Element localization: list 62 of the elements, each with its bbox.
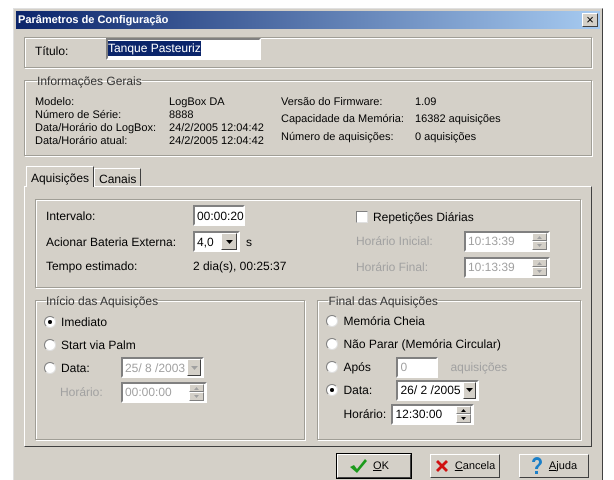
window-title: Parâmetros de Configuração (18, 12, 168, 28)
field-label: Acionar Bateria Externa: (46, 234, 178, 251)
cross-icon (434, 459, 449, 473)
dropdown-button[interactable] (221, 233, 237, 250)
unit-label: s (246, 234, 252, 251)
date-dropdown[interactable]: 26/ 2 /2005 (396, 380, 480, 401)
info-value: 24/2/2005 12:04:42 (169, 134, 265, 148)
radio-button[interactable] (326, 384, 338, 396)
question-mark-icon (530, 457, 543, 475)
group-title: Início das Aquisições (46, 292, 158, 310)
info-label: Versão do Firmware: (281, 96, 384, 110)
info-value: 1.09 (415, 96, 438, 110)
radio-label: Imediato (61, 314, 108, 331)
checkbox-label: Repetições Diárias (373, 208, 474, 226)
radio-label: Após (343, 359, 372, 376)
interval-field[interactable]: 00:00:20 (193, 205, 245, 226)
spin-buttons[interactable] (456, 406, 472, 423)
info-label: Número de aquisições: (281, 130, 395, 145)
radio-label: Memória Cheia (343, 313, 425, 330)
info-label: Data/Horário do LogBox: (35, 122, 158, 135)
dropdown-button[interactable] (462, 382, 476, 399)
dropdown-button[interactable] (187, 359, 201, 376)
radio-label: Data: (343, 382, 374, 400)
close-button[interactable]: × (582, 12, 598, 27)
caret-icon (226, 240, 232, 244)
time-field[interactable]: 12:30:00 (391, 404, 474, 425)
dialog-button[interactable]: Cancela (430, 454, 500, 478)
radio-button[interactable] (326, 338, 338, 350)
field-label: Intervalo: (46, 208, 96, 225)
info-value: 16382 aquisições (415, 113, 501, 128)
group-title: Informações Gerais (37, 72, 142, 90)
radio-button[interactable] (44, 316, 56, 328)
group-title: Final das Aquisições (328, 292, 438, 310)
radio-label: Start via Palm (61, 336, 136, 354)
radio-label: Não Parar (Memória Circular) (343, 336, 501, 354)
radio-label: Data: (61, 360, 91, 377)
checkbox[interactable] (356, 210, 368, 223)
dialog-button[interactable]: Ajuda (519, 454, 589, 478)
caret-icon (190, 366, 198, 370)
radio-button[interactable] (326, 361, 338, 374)
info-value: LogBox DA (169, 96, 226, 109)
field-label: Horário: (342, 406, 388, 424)
info-value: 24/2/2005 12:04:42 (169, 122, 265, 135)
radio-button[interactable] (44, 338, 56, 351)
field-label: Tempo estimado: (46, 258, 138, 276)
radio-button[interactable] (44, 362, 56, 374)
battery-dropdown[interactable]: 4,0 (193, 231, 240, 252)
info-label: Número de Série: (35, 108, 122, 122)
field-label: Título: (35, 42, 70, 60)
tab[interactable]: Aquisições (26, 166, 94, 187)
caret-icon (466, 388, 474, 392)
tab[interactable]: Canais (94, 168, 142, 186)
estimated-time: 2 dia(s), 00:25:37 (193, 258, 288, 276)
info-label: Modelo: (35, 96, 76, 109)
info-label: Capacidade da Memória: (281, 113, 405, 128)
dialog-button[interactable]: OK (337, 454, 411, 478)
title-field[interactable]: Tanque Pasteuriz (106, 38, 261, 60)
info-value: 8888 (169, 108, 194, 122)
radio-button[interactable] (326, 315, 338, 328)
info-value: 0 aquisições (415, 130, 478, 145)
info-label: Data/Horário atual: (35, 134, 128, 148)
check-icon (349, 458, 367, 474)
